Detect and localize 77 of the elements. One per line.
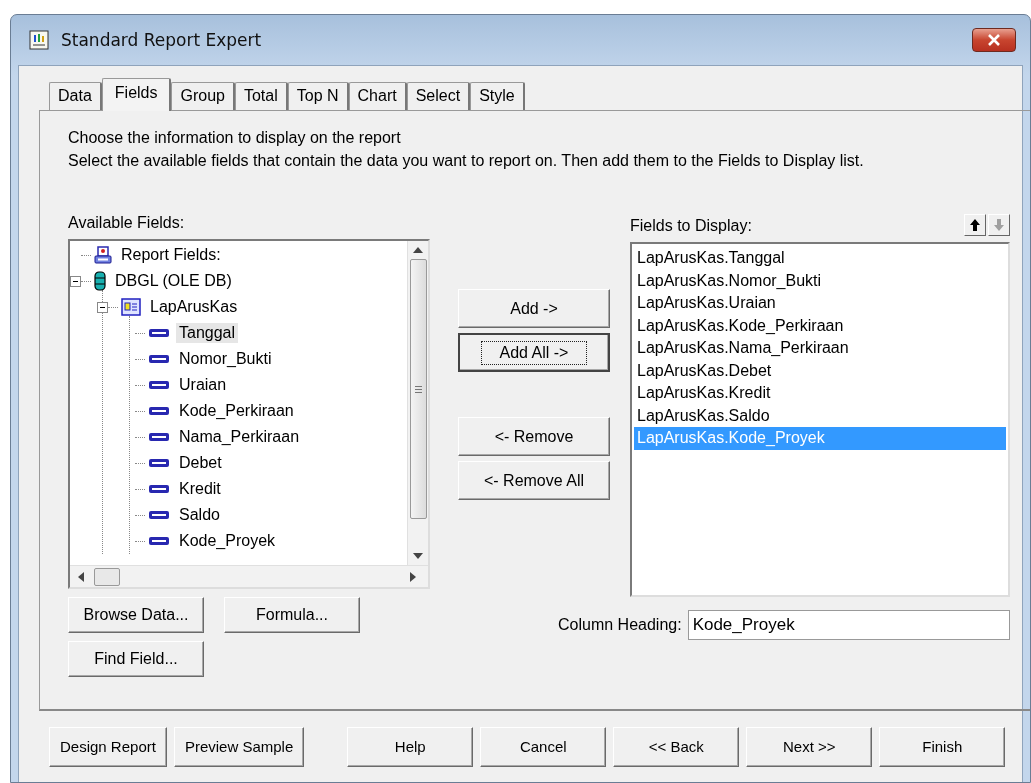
field-icon bbox=[148, 458, 170, 468]
fields-to-display-label: Fields to Display: bbox=[630, 217, 752, 235]
scroll-up-icon bbox=[413, 247, 423, 253]
horizontal-scrollbar[interactable] bbox=[70, 565, 428, 587]
close-button[interactable] bbox=[972, 28, 1016, 52]
list-item[interactable]: LapArusKas.Tanggal bbox=[634, 247, 1006, 270]
add-button[interactable]: Add All -> bbox=[458, 333, 610, 372]
instruction-text: Choose the information to display on the report bbox=[68, 129, 402, 147]
tab[interactable]: Total bbox=[234, 82, 288, 110]
add-button[interactable]: Add -> bbox=[458, 289, 610, 328]
down-arrow-icon bbox=[993, 218, 1005, 232]
field-icon bbox=[148, 354, 170, 364]
browse-data-button[interactable]: Browse Data... bbox=[68, 597, 204, 633]
tree-item[interactable]: Debet bbox=[176, 453, 225, 473]
field-icon bbox=[148, 432, 170, 442]
list-item[interactable]: LapArusKas.Nama_Perkiraan bbox=[634, 337, 1006, 360]
tab[interactable]: Group bbox=[171, 82, 235, 110]
up-arrow-icon bbox=[969, 218, 981, 232]
available-fields-label: Available Fields: bbox=[68, 214, 186, 232]
list-item[interactable]: LapArusKas.Kode_Perkiraan bbox=[634, 314, 1006, 337]
report-icon bbox=[94, 246, 112, 264]
formula-button[interactable]: Formula... bbox=[224, 597, 360, 633]
close-icon bbox=[987, 34, 1001, 46]
instruction-text: Select the available fields that contain the data you want to report on. Then add them to the Fields to Display list. bbox=[68, 152, 865, 170]
list-item[interactable]: LapArusKas.Saldo bbox=[634, 404, 1006, 427]
scroll-left-icon bbox=[78, 571, 84, 582]
tab[interactable]: Select bbox=[406, 82, 471, 110]
scrollbar-thumb[interactable] bbox=[409, 259, 427, 519]
list-item[interactable]: LapArusKas.Uraian bbox=[634, 292, 1006, 315]
cancel-button[interactable]: Cancel bbox=[480, 726, 607, 767]
tab[interactable]: Style bbox=[470, 82, 525, 110]
field-icon bbox=[148, 536, 170, 546]
vertical-scrollbar[interactable] bbox=[407, 241, 428, 565]
next-button[interactable]: Next >> bbox=[746, 726, 873, 767]
column-heading-field[interactable]: Kode_Proyek bbox=[687, 610, 1010, 640]
collapse-toggle[interactable] bbox=[97, 301, 108, 313]
remove-button[interactable]: <- Remove All bbox=[458, 461, 610, 500]
collapse-toggle[interactable] bbox=[70, 275, 81, 287]
tree-item[interactable]: LapArusKas bbox=[147, 297, 241, 317]
list-item[interactable]: LapArusKas.Kredit bbox=[634, 382, 1006, 405]
field-icon bbox=[148, 328, 170, 338]
column-heading-label: Column Heading: bbox=[558, 616, 682, 634]
tree-item[interactable]: Uraian bbox=[176, 375, 230, 395]
table-icon bbox=[121, 298, 141, 316]
window-title: Standard Report Expert bbox=[61, 30, 263, 50]
tab[interactable]: Top N bbox=[287, 82, 349, 110]
field-icon bbox=[148, 380, 170, 390]
tree-item[interactable]: Nama_Perkiraan bbox=[176, 427, 303, 447]
database-icon bbox=[94, 271, 106, 291]
app-icon bbox=[29, 30, 49, 50]
tree-item[interactable]: Saldo bbox=[176, 505, 223, 525]
tree-item[interactable]: Kode_Proyek bbox=[176, 531, 279, 551]
field-icon bbox=[148, 406, 170, 416]
tab[interactable]: Fields bbox=[101, 78, 172, 111]
tree-item[interactable]: DBGL (OLE DB) bbox=[112, 271, 235, 291]
field-icon bbox=[148, 484, 170, 494]
tree-item[interactable]: Kredit bbox=[176, 479, 224, 499]
tree-item[interactable]: Report Fields: bbox=[118, 245, 224, 265]
field-icon bbox=[148, 510, 170, 520]
scroll-right-icon bbox=[410, 571, 416, 582]
back-button[interactable]: << Back bbox=[613, 726, 740, 767]
tab[interactable]: Chart bbox=[348, 82, 407, 110]
help-button[interactable]: Help bbox=[347, 726, 474, 767]
list-item[interactable]: LapArusKas.Nomor_Bukti bbox=[634, 269, 1006, 292]
tree-item[interactable]: Kode_Perkiraan bbox=[176, 401, 297, 421]
tree-item[interactable]: Nomor_Bukti bbox=[176, 349, 275, 369]
move-up-button[interactable] bbox=[964, 214, 986, 236]
find-field-button[interactable]: Find Field... bbox=[68, 641, 204, 677]
scrollbar-thumb[interactable] bbox=[94, 567, 120, 586]
remove-button[interactable]: <- Remove bbox=[458, 417, 610, 456]
finish-button[interactable]: Finish bbox=[879, 726, 1006, 767]
scroll-down-icon bbox=[413, 553, 423, 559]
preview-sample-button[interactable]: Preview Sample bbox=[173, 726, 305, 767]
tab[interactable]: Data bbox=[49, 82, 102, 110]
tree-item[interactable]: Tanggal bbox=[176, 323, 239, 343]
list-item[interactable]: LapArusKas.Debet bbox=[634, 359, 1006, 382]
design-report-button[interactable]: Design Report bbox=[49, 726, 167, 767]
